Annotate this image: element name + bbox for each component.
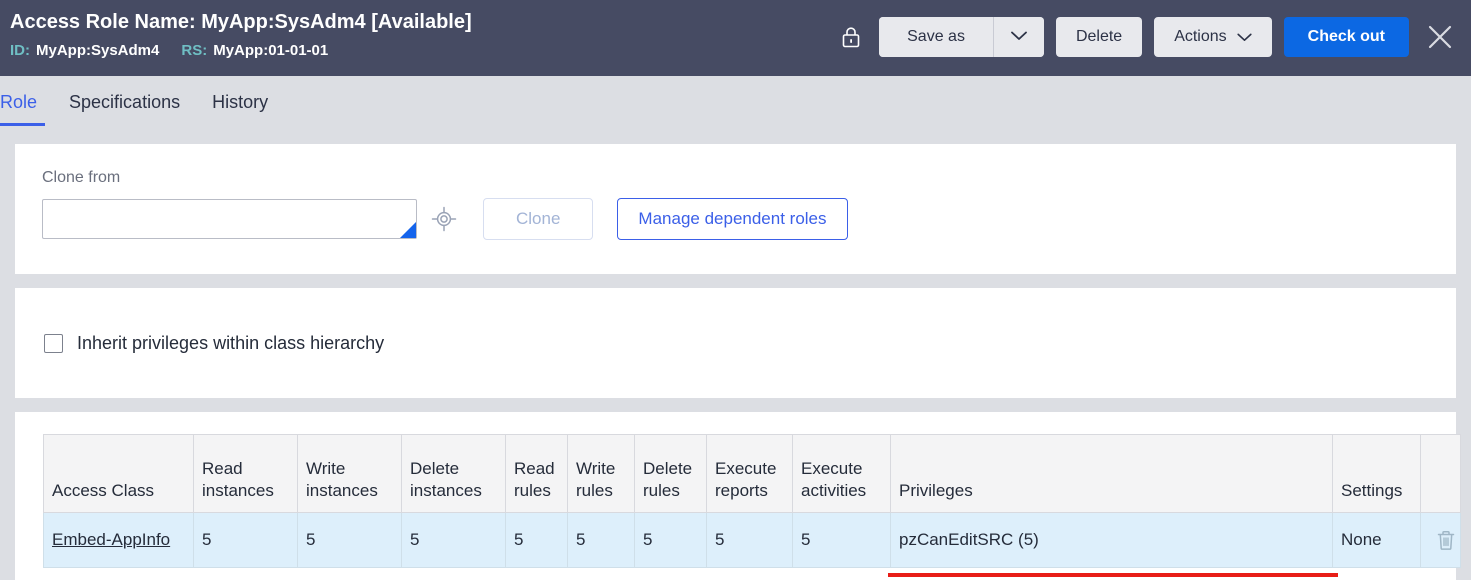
col-privileges[interactable]: Privileges bbox=[890, 434, 1333, 513]
header-subtitle: ID: MyApp:SysAdm4 RS: MyApp:01-01-01 bbox=[10, 41, 839, 60]
cell-write-instances[interactable]: 5 bbox=[297, 512, 402, 568]
actions-button-label: Actions bbox=[1174, 28, 1227, 45]
tab-history[interactable]: History bbox=[196, 90, 284, 126]
cell-read-rules[interactable]: 5 bbox=[505, 512, 568, 568]
clone-button[interactable]: Clone bbox=[483, 198, 594, 240]
cell-read-instances[interactable]: 5 bbox=[193, 512, 298, 568]
cell-execute-reports[interactable]: 5 bbox=[706, 512, 793, 568]
cell-delete-rules[interactable]: 5 bbox=[634, 512, 707, 568]
tab-specifications[interactable]: Specifications bbox=[53, 90, 196, 126]
col-read-rules[interactable]: Read rules bbox=[505, 434, 568, 513]
inherit-privileges-checkbox-row[interactable]: Inherit privileges within class hierarch… bbox=[44, 332, 384, 354]
col-delete-instances[interactable]: Delete instances bbox=[401, 434, 506, 513]
col-read-instances[interactable]: Read instances bbox=[193, 434, 298, 513]
close-icon[interactable] bbox=[1423, 20, 1457, 54]
col-settings[interactable]: Settings bbox=[1332, 434, 1421, 513]
cell-privileges[interactable]: pzCanEditSRC (5) bbox=[888, 512, 1338, 577]
crosshair-target-icon[interactable] bbox=[425, 200, 463, 238]
tab-role[interactable]: Role bbox=[0, 90, 53, 126]
inherit-privileges-panel: Inherit privileges within class hierarch… bbox=[15, 288, 1456, 398]
page-header: Access Role Name: MyApp:SysAdm4 [Availab… bbox=[0, 0, 1471, 76]
delete-button[interactable]: Delete bbox=[1055, 17, 1143, 57]
inherit-privileges-label: Inherit privileges within class hierarch… bbox=[77, 333, 385, 353]
save-as-dropdown-button[interactable] bbox=[993, 17, 1044, 57]
cell-delete-instances[interactable]: 5 bbox=[401, 512, 506, 568]
clone-from-input[interactable] bbox=[42, 199, 417, 239]
check-out-button[interactable]: Check out bbox=[1283, 17, 1409, 57]
annotation-underline bbox=[888, 573, 1338, 577]
access-class-table-panel: Access Class Read instances Write instan… bbox=[15, 412, 1461, 580]
access-class-link[interactable]: Embed-AppInfo bbox=[52, 530, 170, 549]
ruleset-label: RS: bbox=[181, 42, 208, 59]
save-as-button[interactable]: Save as bbox=[879, 17, 994, 57]
cell-write-rules[interactable]: 5 bbox=[567, 512, 635, 568]
actions-button[interactable]: Actions bbox=[1154, 17, 1272, 57]
cell-delete-action[interactable] bbox=[1420, 512, 1463, 568]
page-title: Access Role Name: MyApp:SysAdm4 [Availab… bbox=[10, 11, 472, 33]
access-class-table: Access Class Read instances Write instan… bbox=[43, 434, 1463, 577]
col-delete-rules[interactable]: Delete rules bbox=[634, 434, 707, 513]
ruleset-value: MyApp:01-01-01 bbox=[213, 42, 329, 59]
chevron-down-icon bbox=[1011, 28, 1027, 46]
clone-from-row: Clone Manage dependent roles bbox=[42, 198, 1456, 240]
table-scroll-area: Access Class Read instances Write instan… bbox=[15, 434, 1461, 577]
header-title-block: Access Role Name: MyApp:SysAdm4 [Availab… bbox=[0, 0, 839, 60]
id-label: ID: bbox=[10, 42, 30, 59]
table-row: Embed-AppInfo 5 5 5 5 5 5 5 5 pzCanEditS… bbox=[43, 512, 1463, 577]
col-execute-reports[interactable]: Execute reports bbox=[706, 434, 793, 513]
col-write-instances[interactable]: Write instances bbox=[297, 434, 402, 513]
lock-icon bbox=[839, 24, 863, 50]
clone-from-panel: Clone from Clone Manage dependent roles bbox=[15, 144, 1456, 274]
inherit-privileges-checkbox[interactable] bbox=[44, 333, 63, 353]
cell-execute-activities[interactable]: 5 bbox=[792, 512, 891, 568]
col-write-rules[interactable]: Write rules bbox=[567, 434, 635, 513]
privileges-value: pzCanEditSRC (5) bbox=[899, 530, 1039, 549]
col-execute-activities[interactable]: Execute activities bbox=[792, 434, 891, 513]
id-value: MyApp:SysAdm4 bbox=[36, 42, 160, 59]
chevron-down-icon bbox=[1237, 33, 1252, 42]
trash-icon[interactable] bbox=[1429, 523, 1463, 557]
cell-access-class[interactable]: Embed-AppInfo bbox=[43, 512, 194, 568]
save-as-split-button[interactable]: Save as bbox=[879, 17, 1044, 57]
clone-from-label: Clone from bbox=[42, 169, 121, 186]
header-action-bar: Save as Delete Actions Check out bbox=[839, 0, 1471, 57]
tab-bar: Role Specifications History bbox=[0, 76, 1471, 144]
col-access-class[interactable]: Access Class bbox=[43, 434, 194, 513]
table-header-row: Access Class Read instances Write instan… bbox=[43, 434, 1461, 513]
cell-settings[interactable]: None bbox=[1332, 512, 1421, 568]
col-actions bbox=[1420, 434, 1461, 513]
clone-from-input-wrapper bbox=[42, 199, 417, 239]
manage-dependent-roles-button[interactable]: Manage dependent roles bbox=[617, 198, 848, 240]
